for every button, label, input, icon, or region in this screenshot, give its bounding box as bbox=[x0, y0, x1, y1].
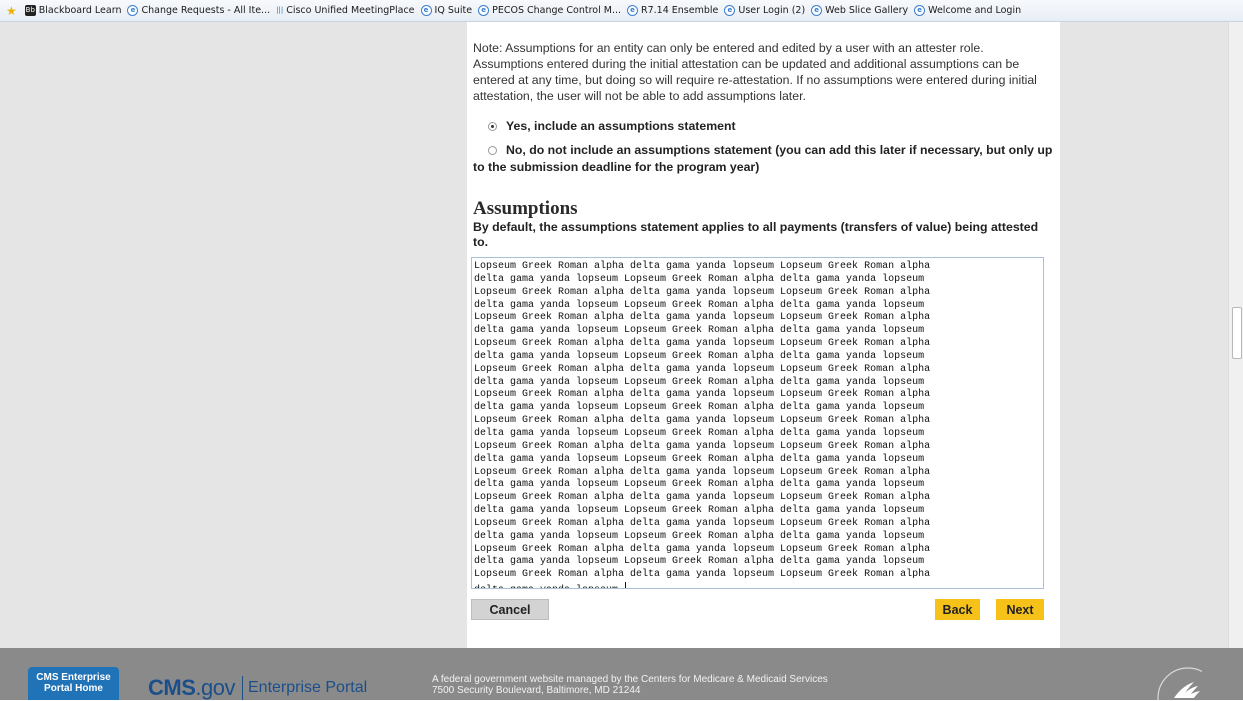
footer: CMS Enterprise Portal Home CMS.gov Enter… bbox=[0, 648, 1243, 700]
favorites-star-icon[interactable]: ★ bbox=[6, 4, 17, 18]
attestation-form: Note: Assumptions for an entity can only… bbox=[467, 22, 1060, 648]
portal-home-button[interactable]: CMS Enterprise Portal Home bbox=[28, 667, 119, 700]
favorite-link-welcome-login[interactable]: e Welcome and Login bbox=[914, 5, 1021, 16]
cms-logo-text: CMS bbox=[148, 675, 196, 700]
favorite-label: Cisco Unified MeetingPlace bbox=[286, 5, 415, 16]
favorite-label: IQ Suite bbox=[434, 5, 473, 16]
ie-page-icon: e bbox=[127, 5, 139, 16]
option-no-label: No, do not include an assumptions statem… bbox=[473, 143, 1053, 174]
favorite-label: Welcome and Login bbox=[928, 5, 1022, 16]
assumptions-textarea[interactable]: Lopseum Greek Roman alpha delta gama yan… bbox=[471, 257, 1044, 589]
favorites-bar: ★ Bb Blackboard Learn e Change Requests … bbox=[0, 0, 1243, 22]
option-yes-row[interactable]: Yes, include an assumptions statement bbox=[473, 118, 1053, 135]
footer-line-1: A federal government website managed by … bbox=[432, 674, 828, 685]
footer-info: A federal government website managed by … bbox=[432, 674, 932, 696]
next-button[interactable]: Next bbox=[996, 599, 1044, 620]
assumptions-text: Lopseum Greek Roman alpha delta gama yan… bbox=[474, 261, 931, 588]
favorite-link-change-requests[interactable]: e Change Requests - All Ite... bbox=[127, 5, 270, 16]
favorite-label: Web Slice Gallery bbox=[825, 5, 909, 16]
favorite-label: Blackboard Learn bbox=[38, 5, 122, 16]
ie-page-icon: e bbox=[811, 5, 823, 16]
portal-name: Enterprise Portal bbox=[248, 679, 368, 696]
favorite-link-ensemble[interactable]: e R7.14 Ensemble bbox=[627, 5, 718, 16]
cisco-icon: ||| bbox=[276, 6, 284, 14]
page-scrollbar[interactable] bbox=[1228, 22, 1243, 648]
cms-logo-suffix: .gov bbox=[195, 675, 235, 700]
ie-page-icon: e bbox=[420, 5, 432, 16]
favorite-link-blackboard[interactable]: Bb Blackboard Learn bbox=[24, 5, 122, 16]
ie-page-icon: e bbox=[724, 5, 736, 16]
favorite-link-iq-suite[interactable]: e IQ Suite bbox=[420, 5, 473, 16]
radio-no[interactable] bbox=[488, 145, 497, 155]
radio-yes[interactable] bbox=[488, 121, 497, 131]
footer-line-2: 7500 Security Boulevard, Baltimore, MD 2… bbox=[432, 685, 641, 696]
hhs-eagle-icon bbox=[1152, 658, 1202, 700]
assumptions-note: Note: Assumptions for an entity can only… bbox=[473, 41, 1037, 103]
blackboard-icon: Bb bbox=[24, 5, 36, 16]
favorite-label: Change Requests - All Ite... bbox=[141, 5, 271, 16]
cancel-button[interactable]: Cancel bbox=[471, 599, 549, 620]
favorite-link-user-login[interactable]: e User Login (2) bbox=[724, 5, 805, 16]
favorite-link-pecos[interactable]: e PECOS Change Control M... bbox=[478, 5, 621, 16]
option-yes-label: Yes, include an assumptions statement bbox=[506, 119, 736, 133]
page-background: Note: Assumptions for an entity can only… bbox=[0, 22, 1228, 648]
ie-page-icon: e bbox=[627, 5, 639, 16]
favorite-link-web-slice[interactable]: e Web Slice Gallery bbox=[811, 5, 908, 16]
favorite-label: PECOS Change Control M... bbox=[492, 5, 622, 16]
text-caret bbox=[625, 582, 627, 588]
section-description: By default, the assumptions statement ap… bbox=[473, 220, 1039, 249]
section-title: Assumptions bbox=[473, 198, 578, 219]
logo-divider bbox=[242, 676, 243, 700]
favorite-label: User Login (2) bbox=[738, 5, 806, 16]
scrollbar-thumb[interactable] bbox=[1232, 307, 1242, 359]
favorite-label: R7.14 Ensemble bbox=[641, 5, 719, 16]
cms-logo[interactable]: CMS.gov bbox=[148, 675, 235, 701]
ie-page-icon: e bbox=[478, 5, 490, 16]
option-no-row[interactable]: No, do not include an assumptions statem… bbox=[473, 142, 1053, 176]
favorite-link-cisco[interactable]: ||| Cisco Unified MeetingPlace bbox=[276, 5, 414, 16]
back-button[interactable]: Back bbox=[935, 599, 980, 620]
ie-page-icon: e bbox=[914, 5, 926, 16]
